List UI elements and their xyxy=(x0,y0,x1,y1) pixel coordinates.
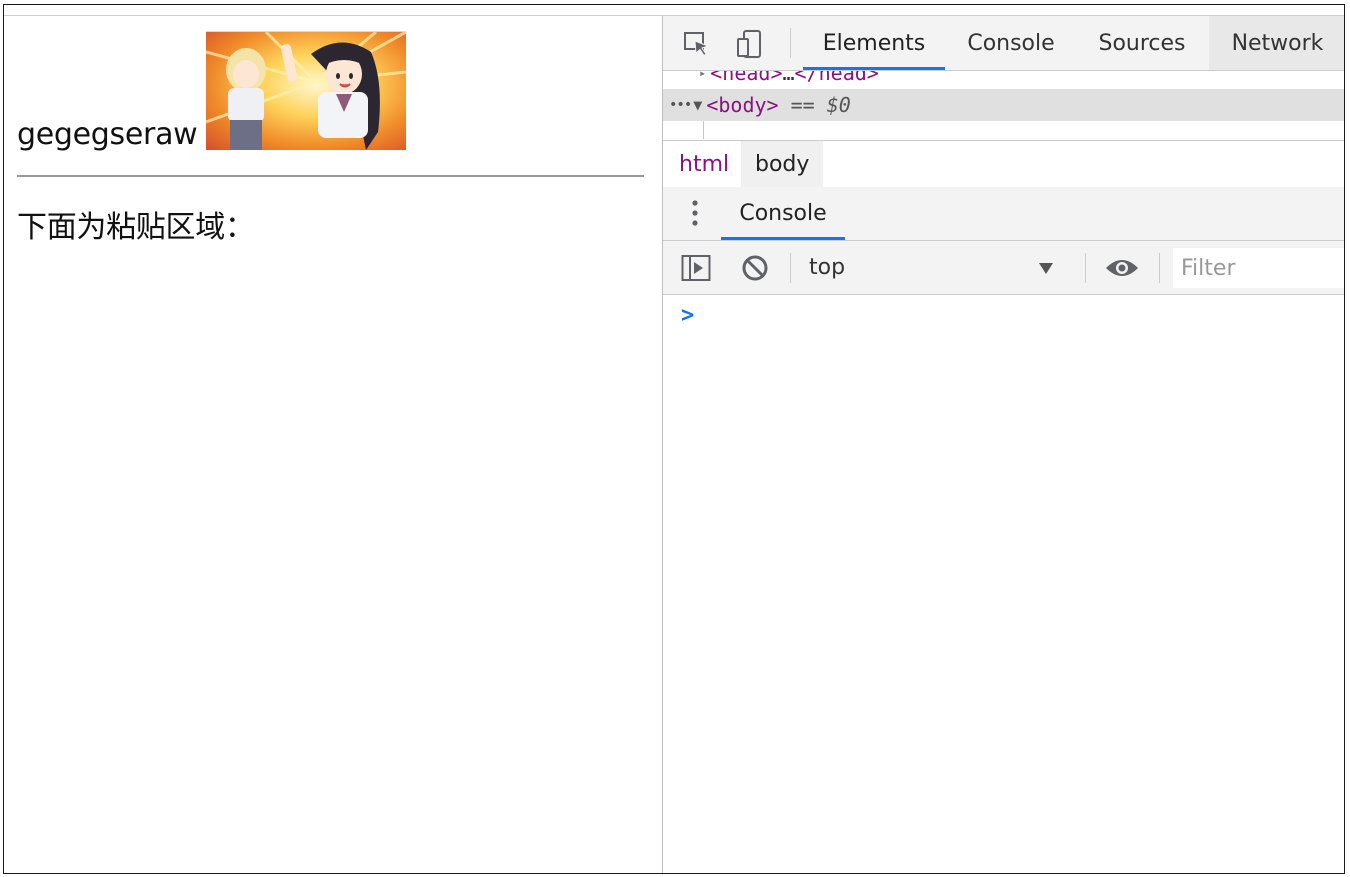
drawer-tab-console[interactable]: Console xyxy=(721,187,845,240)
dom-tree: ▸ <head> … </head> ••• ▼ <body> == $0 xyxy=(663,71,1344,139)
breadcrumb-body[interactable]: body xyxy=(741,141,824,187)
tab-sources-label: Sources xyxy=(1098,30,1186,56)
toolbar-separator xyxy=(1085,253,1086,283)
kebab-menu-icon[interactable] xyxy=(690,199,700,229)
context-select[interactable]: top xyxy=(795,241,1067,294)
breadcrumb-body-label: body xyxy=(755,151,810,177)
console-prompt-icon: > xyxy=(681,303,695,328)
tab-elements-label: Elements xyxy=(822,30,926,56)
page-viewport: gegegseraw 下面为粘贴区域： xyxy=(4,16,662,873)
console-filter-input[interactable] xyxy=(1173,248,1344,288)
dom-row-body[interactable]: ••• ▼ <body> == $0 xyxy=(663,89,1344,121)
tab-console-label: Console xyxy=(967,30,1055,56)
toolbar-separator xyxy=(790,253,791,283)
browser-window: gegegseraw 下面为粘贴区域： Elements Console Sou… xyxy=(3,4,1345,874)
collapse-triangle-icon[interactable]: ▼ xyxy=(693,96,702,114)
page-horizontal-rule xyxy=(17,175,644,177)
expand-triangle-icon[interactable]: ▸ xyxy=(699,71,706,80)
dom-row-child-partial xyxy=(743,133,1043,139)
breadcrumb-html[interactable]: html xyxy=(665,141,743,187)
drawer-header: Console xyxy=(663,187,1344,241)
dropdown-arrow-icon xyxy=(1039,263,1053,274)
dom-child-indent-guide xyxy=(703,121,704,139)
console-toolbar: top xyxy=(663,241,1344,295)
dom-selected-marker: == $0 xyxy=(790,93,851,117)
page-heading-line: gegegseraw xyxy=(17,31,407,152)
live-expression-eye-icon[interactable] xyxy=(1105,256,1139,280)
page-heading-text: gegegseraw xyxy=(17,117,198,152)
paste-area-label: 下面为粘贴区域： xyxy=(17,210,255,245)
dom-head-close: </head> xyxy=(794,71,879,85)
dom-row-head[interactable]: ▸ <head> … </head> xyxy=(663,71,1344,89)
tab-network-label: Network xyxy=(1231,30,1324,56)
device-toolbar-icon[interactable] xyxy=(736,30,764,58)
devtools-main-toolbar: Elements Console Sources Network xyxy=(663,16,1344,71)
dom-row-menu-icon[interactable]: ••• xyxy=(669,97,692,113)
tab-elements[interactable]: Elements xyxy=(803,16,945,70)
breadcrumb: html body xyxy=(663,140,1344,188)
dom-head-open: <head> xyxy=(710,71,783,85)
toolbar-separator xyxy=(790,28,791,58)
tab-sources[interactable]: Sources xyxy=(1083,16,1201,70)
toolbar-separator xyxy=(1159,253,1160,283)
clear-console-icon[interactable] xyxy=(741,254,769,282)
context-select-value: top xyxy=(809,255,846,280)
devtools-panel: Elements Console Sources Network ▸ <head… xyxy=(663,16,1344,873)
breadcrumb-html-label: html xyxy=(679,151,730,177)
inspect-element-icon[interactable] xyxy=(683,30,711,58)
dom-body-open: <body> xyxy=(706,93,779,117)
dom-head-ellipsis: … xyxy=(782,71,795,85)
console-output[interactable]: > xyxy=(663,295,1344,873)
tab-console[interactable]: Console xyxy=(953,16,1069,70)
tab-network[interactable]: Network xyxy=(1209,16,1344,70)
anime-image xyxy=(206,31,407,150)
drawer-tab-console-label: Console xyxy=(739,201,827,226)
console-sidebar-icon[interactable] xyxy=(681,254,711,282)
